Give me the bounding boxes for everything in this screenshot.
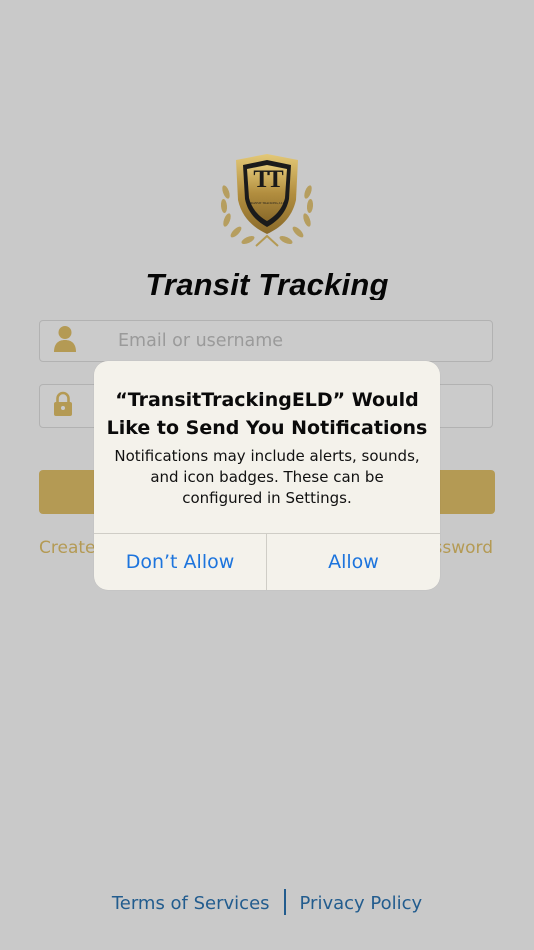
email-field[interactable]: [39, 320, 493, 362]
logo-caption: TRANSIT TRACKING, LLC: [249, 201, 285, 205]
alert-title: “TransitTrackingELD” Would Like to Send …: [106, 389, 428, 439]
logo-initials: TT: [253, 166, 283, 193]
app-logo: TT TRANSIT TRACKING, LLC: [216, 152, 318, 252]
allow-button[interactable]: Allow: [267, 534, 440, 590]
terms-link[interactable]: Terms of Services: [112, 893, 270, 914]
privacy-link[interactable]: Privacy Policy: [300, 893, 423, 914]
create-account-link[interactable]: Create: [39, 537, 96, 559]
lock-icon: [53, 391, 73, 421]
forgot-password-link[interactable]: ssword: [434, 537, 494, 559]
email-input[interactable]: [118, 321, 478, 361]
footer-separator: [283, 889, 286, 915]
app-title: Transit Tracking: [145, 267, 389, 300]
dont-allow-button[interactable]: Don’t Allow: [94, 534, 266, 590]
notification-permission-alert: “TransitTrackingELD” Would Like to Send …: [94, 361, 440, 590]
alert-message: Notifications may include alerts, sounds…: [114, 447, 420, 507]
user-icon: [53, 325, 77, 357]
footer-links: Terms of Services Privacy Policy: [0, 889, 534, 918]
